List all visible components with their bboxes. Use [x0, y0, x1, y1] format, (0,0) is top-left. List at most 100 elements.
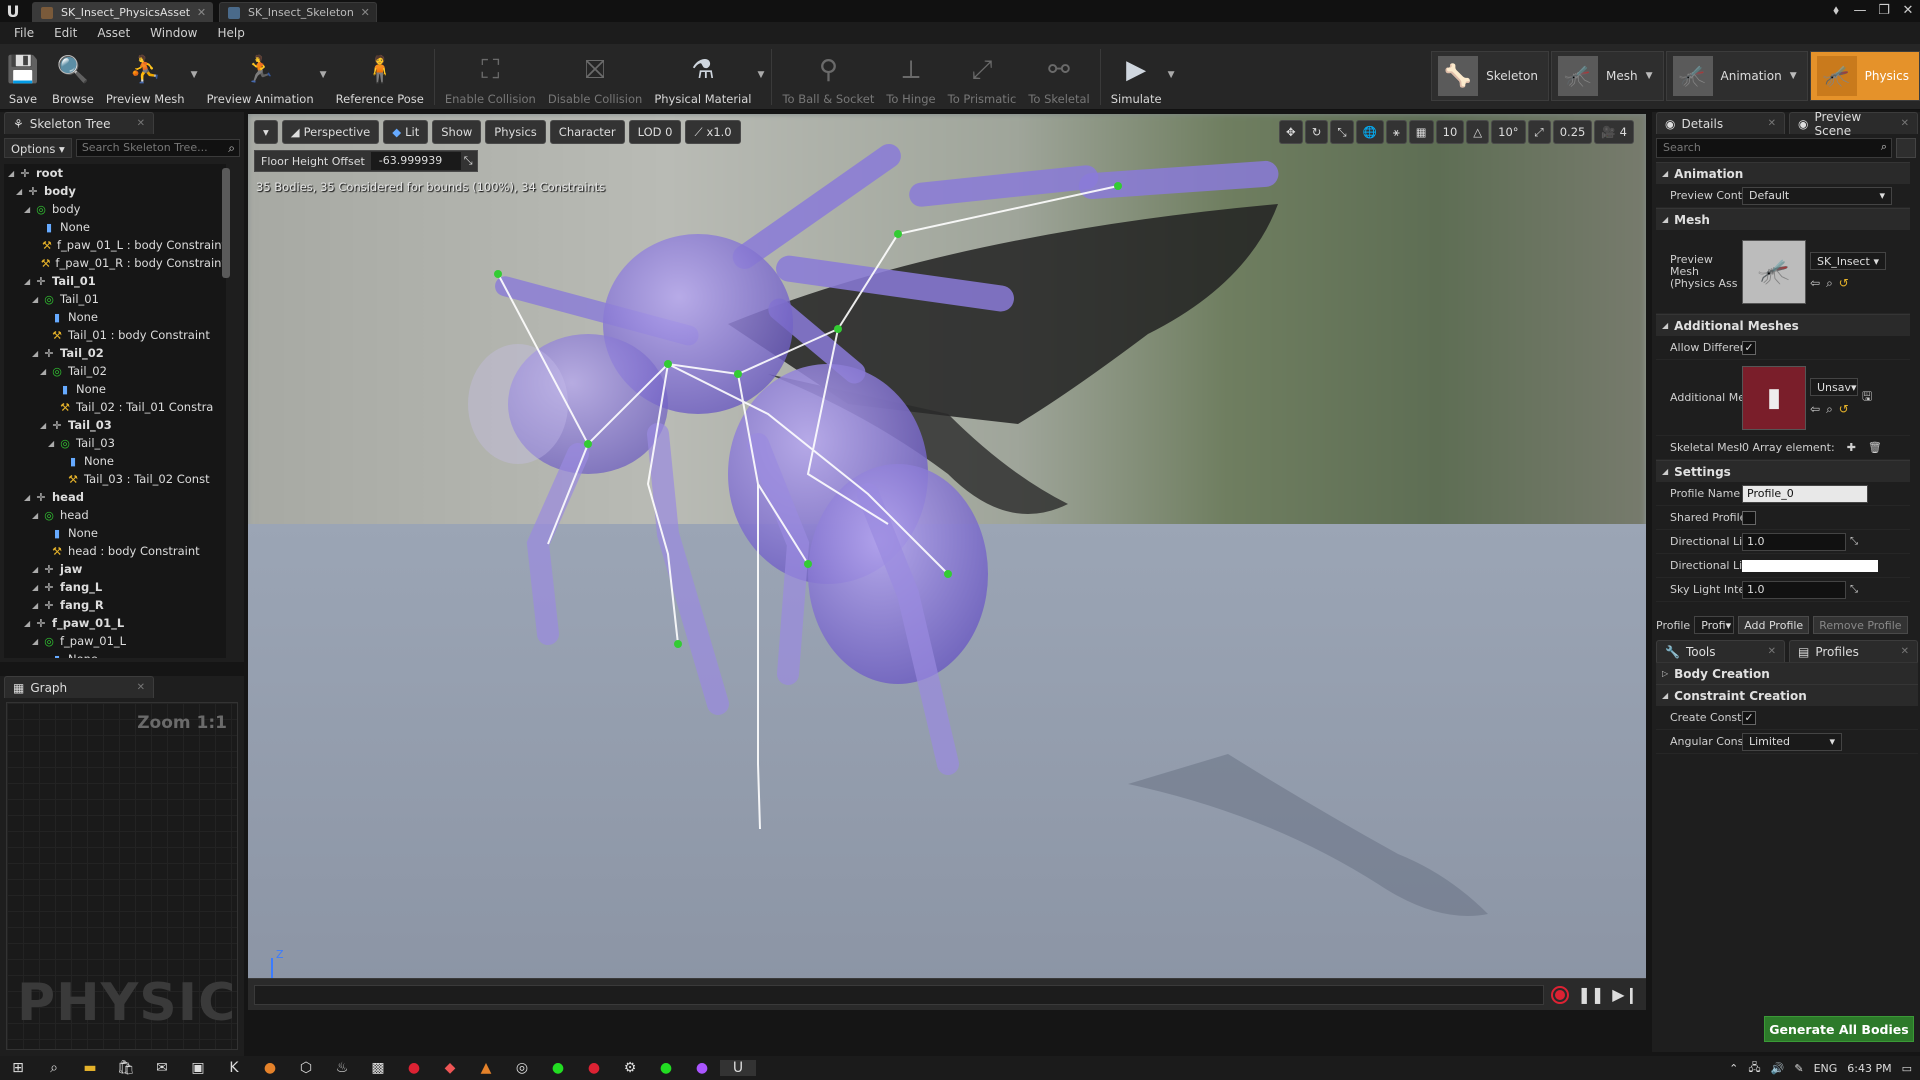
tree-row[interactable]: ▮ None: [4, 650, 226, 658]
tree-row[interactable]: ◢ ✛ fang_R: [4, 596, 226, 614]
directional-light-intensity[interactable]: 1.0: [1742, 532, 1846, 551]
app-icon[interactable]: K: [216, 1060, 252, 1076]
preview-mesh-button[interactable]: ⛹ Preview Mesh: [100, 44, 191, 110]
translate-icon[interactable]: ✥: [1279, 120, 1303, 144]
search-icon[interactable]: ⌕: [36, 1060, 72, 1076]
tab-preview-scene[interactable]: ◉ Preview Scene ✕: [1789, 110, 1918, 138]
menu-window[interactable]: Window: [140, 26, 207, 40]
spotify-icon[interactable]: ●: [540, 1060, 576, 1076]
close-icon[interactable]: ✕: [137, 118, 145, 129]
menu-help[interactable]: Help: [207, 26, 254, 40]
expand-icon[interactable]: ◢: [48, 439, 58, 448]
chevron-up-icon[interactable]: ⌃: [1729, 1062, 1738, 1075]
to-prismatic-button[interactable]: ⤢ To Prismatic: [942, 44, 1023, 110]
save-button[interactable]: 💾 Save: [0, 44, 46, 110]
expand-icon[interactable]: ◢: [32, 601, 42, 610]
app-icon[interactable]: ⚙: [612, 1060, 648, 1076]
rotate-icon[interactable]: ↻: [1304, 120, 1329, 144]
pen-icon[interactable]: ✎: [1794, 1062, 1803, 1075]
spin-icon[interactable]: ⤡: [464, 154, 477, 168]
expand-icon[interactable]: ◢: [24, 619, 34, 628]
app-icon[interactable]: ◆: [432, 1060, 468, 1076]
additional-mesh-thumbnail[interactable]: ▮: [1742, 365, 1806, 430]
details-search-input[interactable]: Search ⌕: [1656, 138, 1892, 158]
expand-icon[interactable]: ◢: [24, 493, 34, 502]
playback-speed-button[interactable]: ⟋ x1.0: [685, 120, 741, 144]
skeleton-search-input[interactable]: Search Skeleton Tree... ⌕: [75, 139, 240, 157]
expand-icon[interactable]: ◢: [8, 169, 18, 178]
mode-physics[interactable]: 🦟 Physics: [1809, 51, 1920, 101]
simulate-button[interactable]: ▶ Simulate: [1105, 44, 1168, 110]
tab-physics-asset[interactable]: SK_Insect_PhysicsAsset ✕: [32, 2, 214, 22]
browse-icon[interactable]: ⌕: [1826, 276, 1833, 291]
steam-icon[interactable]: ♨: [324, 1060, 360, 1076]
expand-icon[interactable]: ◢: [40, 367, 50, 376]
spin-icon[interactable]: ⤡: [1850, 536, 1858, 547]
chevron-down-icon[interactable]: ▼: [1790, 71, 1797, 81]
tab-skeleton[interactable]: SK_Insect_Skeleton ✕: [219, 2, 377, 22]
menu-file[interactable]: File: [4, 26, 44, 40]
tree-row[interactable]: ◢ ◎ f_paw_01_L: [4, 632, 226, 650]
simulate-dropdown[interactable]: ▼: [1168, 44, 1178, 80]
tree-row[interactable]: ◢ ✛ body: [4, 182, 226, 200]
preview-animation-dropdown[interactable]: ▼: [320, 44, 330, 80]
tree-row[interactable]: ◢ ✛ Tail_01: [4, 272, 226, 290]
close-icon[interactable]: ✕: [361, 6, 370, 19]
mail-icon[interactable]: ✉: [144, 1060, 180, 1076]
tree-row[interactable]: ▮ None: [4, 452, 226, 470]
graph-canvas[interactable]: Zoom 1:1 PHYSICS: [6, 702, 238, 1050]
to-hinge-button[interactable]: ⟂ To Hinge: [880, 44, 941, 110]
rotation-snap-value[interactable]: 10°: [1491, 120, 1526, 144]
app-icon[interactable]: ◎: [504, 1060, 540, 1076]
tab-details[interactable]: ◉ Details ✕: [1656, 112, 1785, 134]
menu-edit[interactable]: Edit: [44, 26, 87, 40]
network-icon[interactable]: 🖧: [1748, 1059, 1760, 1078]
browse-icon[interactable]: ⌕: [1826, 402, 1833, 417]
profile-combo[interactable]: Profi ▾: [1694, 616, 1735, 634]
app-icon[interactable]: ●: [396, 1060, 432, 1076]
rotation-snap-icon[interactable]: △: [1466, 120, 1490, 144]
tree-row[interactable]: ◢ ◎ Tail_02: [4, 362, 226, 380]
app-icon[interactable]: ▩: [360, 1060, 396, 1076]
tab-graph[interactable]: ▦ Graph ✕: [4, 676, 154, 698]
tree-row[interactable]: ⚒ Tail_02 : Tail_01 Constra: [4, 398, 226, 416]
preview-mesh-dropdown[interactable]: ▼: [191, 44, 201, 80]
perspective-button[interactable]: ◢ Perspective: [281, 120, 380, 144]
file-explorer-icon[interactable]: ▬: [72, 1060, 108, 1076]
app-icon[interactable]: ●: [648, 1060, 684, 1076]
close-icon[interactable]: ✕: [137, 682, 145, 693]
language-indicator[interactable]: ENG: [1814, 1062, 1838, 1075]
close-icon[interactable]: ✕: [1901, 646, 1909, 657]
grid-size-value[interactable]: 10: [1435, 120, 1465, 144]
physical-material-button[interactable]: ⚗ Physical Material: [648, 44, 757, 110]
close-icon[interactable]: ✕: [1768, 646, 1776, 657]
scale-icon[interactable]: ⤡: [1330, 120, 1354, 144]
mesh-thumbnail[interactable]: 🦟: [1742, 239, 1806, 304]
tree-row[interactable]: ⚒ head : body Constraint: [4, 542, 226, 560]
camera-speed-button[interactable]: 🎥 4: [1594, 120, 1634, 144]
generate-all-bodies-button[interactable]: Generate All Bodies: [1764, 1016, 1914, 1042]
app-icon[interactable]: ⬡: [288, 1060, 324, 1076]
tree-row[interactable]: ⚒ f_paw_01_R : body Constraint: [4, 254, 226, 272]
view-options-icon[interactable]: [1896, 138, 1916, 158]
floor-height-input[interactable]: -63.999939: [370, 152, 461, 170]
spin-icon[interactable]: ⤡: [1850, 584, 1858, 595]
remove-profile-button[interactable]: Remove Profile: [1813, 616, 1908, 634]
reset-icon[interactable]: ↺: [1839, 276, 1849, 291]
step-forward-icon[interactable]: ▶❙: [1612, 985, 1638, 1004]
section-settings[interactable]: ◢ Settings: [1656, 460, 1910, 482]
chevron-down-icon[interactable]: ▼: [1646, 71, 1653, 81]
add-element-icon[interactable]: ✚: [1847, 441, 1856, 454]
app-icon[interactable]: ●: [576, 1060, 612, 1076]
tree-row[interactable]: ▮ None: [4, 380, 226, 398]
to-ball-socket-button[interactable]: ⚲ To Ball & Socket: [776, 44, 880, 110]
sky-light-intensity[interactable]: 1.0: [1742, 580, 1846, 599]
shared-profile-checkbox[interactable]: [1742, 510, 1756, 525]
tab-skeleton-tree[interactable]: ⚘ Skeleton Tree ✕: [4, 112, 154, 134]
tree-row[interactable]: ▮ None: [4, 524, 226, 542]
notifications-icon[interactable]: ▭: [1902, 1062, 1912, 1075]
app-icon[interactable]: ●: [252, 1060, 288, 1076]
world-local-icon[interactable]: 🌐: [1355, 120, 1384, 144]
close-icon[interactable]: ✕: [1901, 118, 1909, 129]
clock[interactable]: 6:43 PM: [1847, 1062, 1891, 1075]
